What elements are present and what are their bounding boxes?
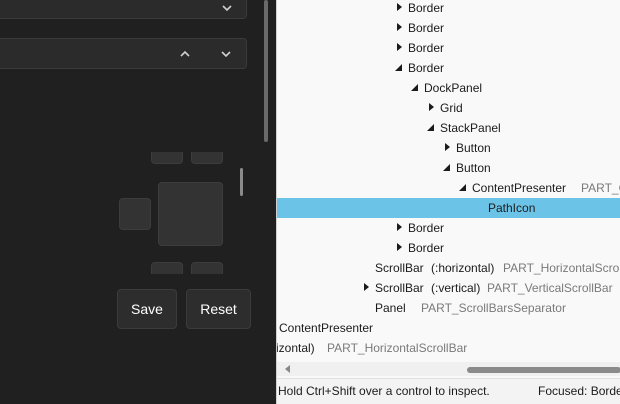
tree-node[interactable]: ScrollBar (:vertical) PART_VerticalScrol…: [277, 278, 620, 298]
tree-node[interactable]: Grid: [277, 98, 620, 118]
expand-arrow-icon[interactable]: [397, 243, 402, 251]
scroll-left-arrow-icon[interactable]: [285, 365, 290, 373]
tree-node-label: Border: [408, 241, 445, 255]
tree-node-part-name: PART_HorizontalScrollBar: [327, 341, 468, 355]
tree-node-selected[interactable]: PathIcon: [277, 198, 620, 218]
tree-node-label: ContentPresenter: [279, 321, 374, 335]
slider-thumb[interactable]: [240, 168, 243, 196]
tree-node-part-name: PART_HorizontalScrollB: [503, 261, 620, 275]
tree-node[interactable]: Button: [277, 138, 620, 158]
tree-node-classes: (:vertical): [431, 281, 481, 295]
tree-node-part-name: PART_C: [581, 181, 620, 195]
tree-node[interactable]: Border: [277, 58, 620, 78]
tree-node[interactable]: rizontal) PART_HorizontalScrollBar: [277, 338, 620, 358]
tree-node[interactable]: Button: [277, 158, 620, 178]
tree-node[interactable]: StackPanel: [277, 118, 620, 138]
expand-arrow-icon[interactable]: [397, 223, 402, 231]
app-window: Save Reset: [0, 0, 276, 404]
dock-tile-top-right[interactable]: [191, 152, 223, 164]
tree-node[interactable]: Border: [277, 238, 620, 258]
tree-node-label: PathIcon: [488, 201, 536, 215]
combo-box-top[interactable]: [0, 0, 247, 19]
horizontal-scrollbar-thumb[interactable]: [467, 367, 620, 373]
expand-arrow-icon[interactable]: [397, 43, 402, 51]
dock-tile-top-left[interactable]: [151, 152, 183, 164]
save-button[interactable]: Save: [117, 289, 177, 329]
status-focused: Focused: Borde: [538, 384, 620, 398]
tree-node-label: Grid: [440, 101, 463, 115]
status-hint: Hold Ctrl+Shift over a control to inspec…: [278, 384, 490, 398]
tree-node-label: Border: [408, 21, 445, 35]
dock-tile-left[interactable]: [119, 198, 151, 230]
tree-node-label: Border: [408, 61, 445, 75]
tree-node-label: Panel: [375, 301, 406, 315]
expand-arrow-icon[interactable]: [364, 283, 369, 291]
tree-node-label: ScrollBar: [375, 261, 424, 275]
tree-node-label: Border: [408, 1, 445, 15]
tree-node[interactable]: Border: [277, 0, 620, 18]
tree-node-classes: (:horizontal): [431, 261, 495, 275]
numeric-updown[interactable]: [0, 38, 247, 69]
expand-arrow-icon[interactable]: [445, 143, 450, 151]
tree-node[interactable]: ScrollBar (:horizontal) PART_HorizontalS…: [277, 258, 620, 278]
dock-tile-center[interactable]: [158, 182, 223, 246]
horizontal-scrollbar[interactable]: [277, 362, 620, 376]
collapse-arrow-icon[interactable]: [395, 64, 402, 71]
expand-arrow-icon[interactable]: [397, 3, 402, 11]
tree-node-label: ContentPresenter: [472, 181, 567, 195]
tree-node[interactable]: Border: [277, 38, 620, 58]
expand-arrow-icon[interactable]: [397, 23, 402, 31]
chevron-down-icon[interactable]: [221, 2, 233, 14]
tree-node-label: DockPanel: [424, 81, 483, 95]
tree-node[interactable]: ContentPresenter PART_C: [277, 178, 620, 198]
tree-node[interactable]: DockPanel: [277, 78, 620, 98]
chevron-up-icon[interactable]: [179, 48, 191, 60]
status-bar: Hold Ctrl+Shift over a control to inspec…: [277, 378, 620, 404]
devtools-inspector-panel: Border Border Border Border DockPanel Gr…: [276, 0, 620, 404]
tree-node-label: Border: [408, 221, 445, 235]
collapse-arrow-icon[interactable]: [427, 124, 434, 131]
collapse-arrow-icon[interactable]: [459, 184, 466, 191]
dock-tile-bottom-left[interactable]: [151, 262, 183, 274]
tree-node[interactable]: ContentPresenter: [277, 318, 620, 338]
tree-node[interactable]: Border: [277, 18, 620, 38]
vertical-scrollbar-thumb[interactable]: [264, 0, 268, 142]
tree-node[interactable]: Border: [277, 218, 620, 238]
tree-node-label: StackPanel: [440, 121, 501, 135]
tree-node-label: Button: [456, 141, 491, 155]
reset-button[interactable]: Reset: [186, 289, 251, 329]
expand-arrow-icon[interactable]: [429, 103, 434, 111]
tree-node-label: ScrollBar: [375, 281, 424, 295]
chevron-down-icon[interactable]: [220, 48, 232, 60]
tree-node-label: rizontal): [276, 341, 315, 355]
tree-node-part-name: PART_VerticalScrollBar: [487, 281, 613, 295]
tree-node[interactable]: Panel PART_ScrollBarsSeparator: [277, 298, 620, 318]
dock-tile-bottom-right[interactable]: [191, 262, 223, 274]
tree-node-label: Button: [456, 161, 491, 175]
collapse-arrow-icon[interactable]: [443, 164, 450, 171]
tree-node-part-name: PART_ScrollBarsSeparator: [421, 301, 566, 315]
collapse-arrow-icon[interactable]: [411, 84, 418, 91]
tree-node-label: Border: [408, 41, 445, 55]
